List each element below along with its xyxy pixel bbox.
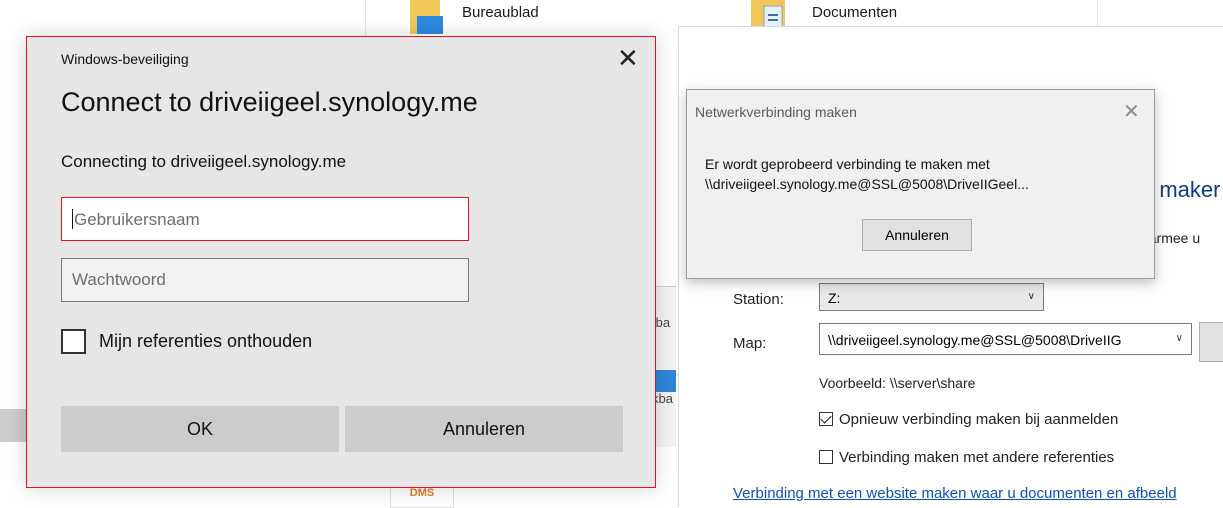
password-field[interactable]: Wachtwoord [61,258,469,302]
other-credentials-checkbox-row[interactable]: Verbinding maken met andere referenties [819,449,1114,466]
close-icon[interactable]: ✕ [617,43,639,74]
folder-desktop[interactable] [405,0,445,39]
dialog-title: Connect to driveiigeel.synology.me [61,87,478,117]
remember-credentials-label[interactable]: Mijn referenties onthouden [99,331,312,352]
map-label: Map: [733,335,767,352]
close-icon[interactable]: ✕ [1123,99,1140,124]
background-panel-fragment [0,409,26,442]
station-value: Z: [828,290,841,306]
reconnect-label[interactable]: Opnieuw verbinding maken bij aanmelden [839,411,1118,428]
reconnect-checkbox-row[interactable]: Opnieuw verbinding maken bij aanmelden [819,411,1118,428]
network-connection-dialog: Netwerkverbinding maken ✕ Er wordt gepro… [686,89,1155,279]
username-placeholder: Gebruikersnaam [74,210,200,229]
cancel-button[interactable]: Annuleren [345,406,623,452]
windows-security-dialog: Windows-beveiliging ✕ Connect to driveii… [26,36,656,488]
desktop-folder-icon [410,0,443,34]
station-label: Station: [733,291,784,308]
dialog-subtitle: Connecting to driveiigeel.synology.me [61,152,347,171]
message-line: Er wordt geprobeerd verbinding te maken … [705,156,990,172]
other-credentials-checkbox[interactable] [819,450,833,464]
password-placeholder: Wachtwoord [72,270,166,289]
folder-label[interactable]: Documenten [812,4,897,21]
remember-credentials-checkbox[interactable] [61,329,86,354]
dialog-title: Netwerkverbinding maken [695,104,857,120]
reconnect-checkbox[interactable] [819,412,833,426]
path-example: Voorbeeld: \\server\share [819,375,976,391]
text-caret [72,209,73,229]
cancel-button[interactable]: Annuleren [862,219,972,251]
message-line: \\driveiigeel.synology.me@SSL@5008\Drive… [705,176,1029,192]
username-field[interactable]: Gebruikersnaam [61,197,469,241]
folder-path-combobox[interactable]: \\driveiigeel.synology.me@SSL@5008\Drive… [819,323,1192,355]
column-divider [365,0,366,36]
chevron-down-icon: ∨ [1027,291,1035,302]
other-credentials-label[interactable]: Verbinding maken met andere referenties [839,449,1114,466]
chevron-down-icon: ∨ [1171,333,1183,344]
browse-button[interactable] [1199,322,1223,362]
station-dropdown[interactable]: Z: ∨ [819,283,1044,311]
connection-message: Er wordt geprobeerd verbinding te maken … [705,154,1029,194]
ok-button[interactable]: OK [61,406,339,452]
folder-path-value: \\driveiigeel.synology.me@SSL@5008\Drive… [828,332,1122,348]
dialog-app-title: Windows-beveiliging [61,51,189,67]
folder-label[interactable]: Bureaublad [462,4,539,21]
website-connect-link[interactable]: Verbinding met een website maken waar u … [733,485,1177,502]
